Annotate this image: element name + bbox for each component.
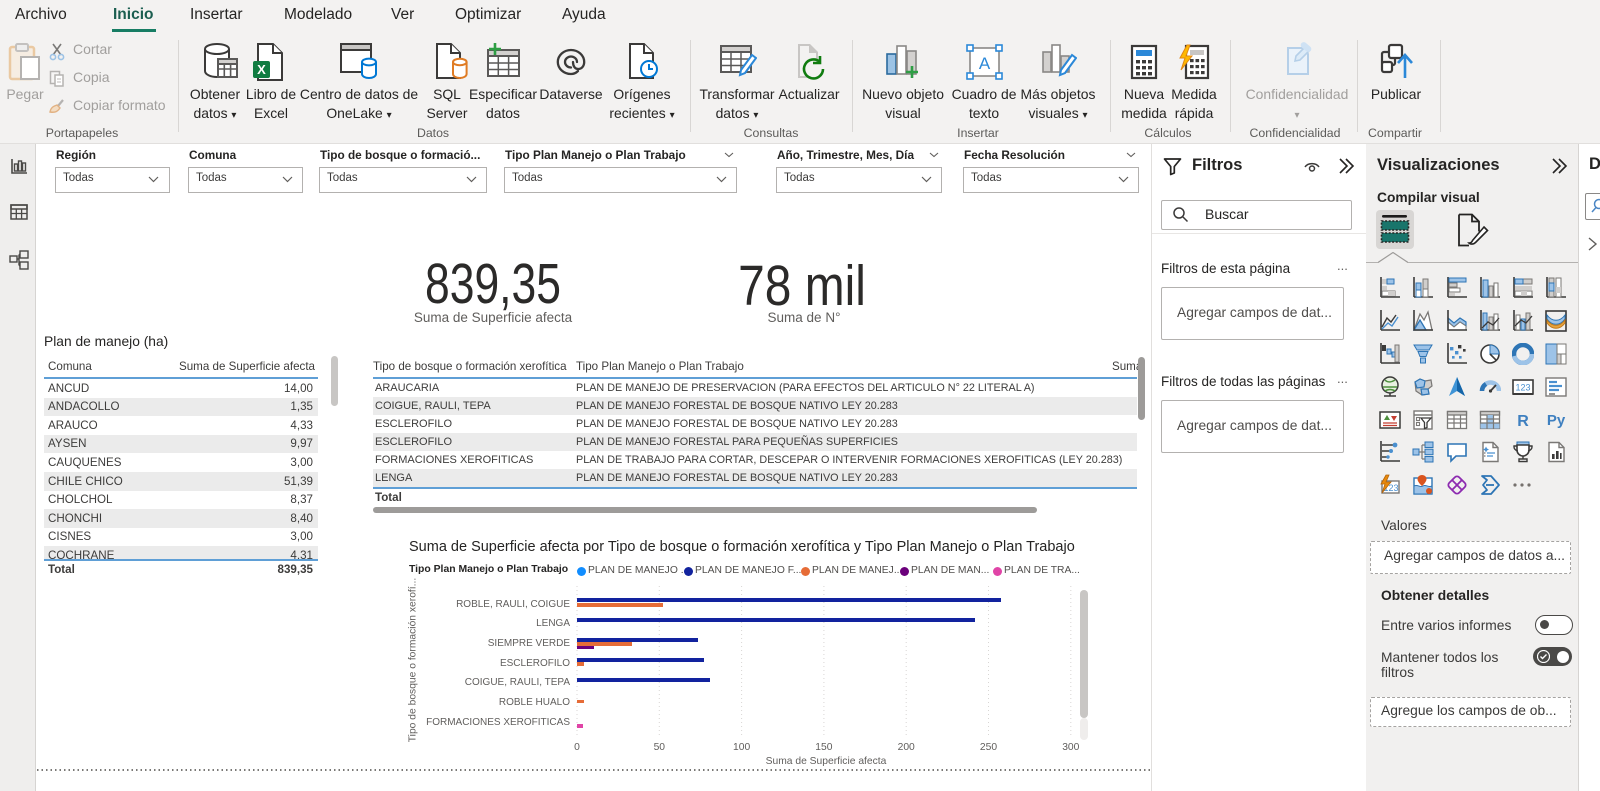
svg-text:Py: Py — [1547, 412, 1566, 429]
svg-text:A: A — [979, 54, 991, 73]
svg-text:123: 123 — [1515, 383, 1530, 393]
svg-text:R: R — [1517, 413, 1529, 430]
svg-text:X: X — [257, 62, 266, 77]
